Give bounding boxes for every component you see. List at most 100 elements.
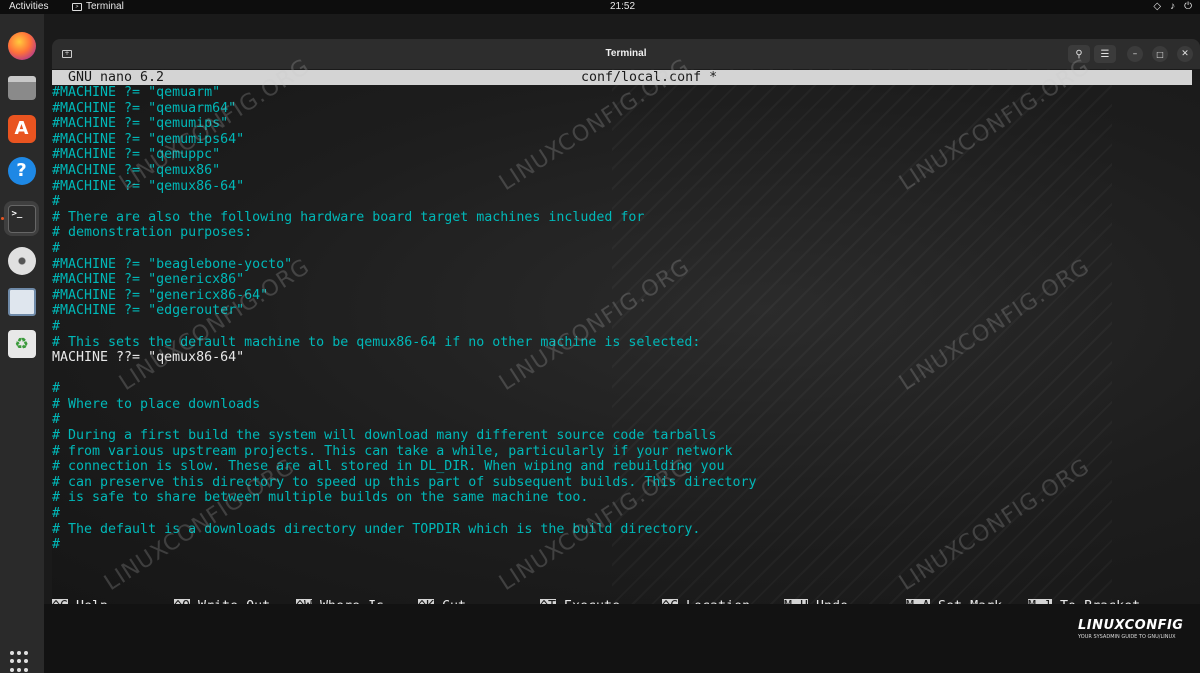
shortcut-key: ^W <box>296 599 313 604</box>
dock-disc[interactable] <box>4 243 39 278</box>
file-line: # This sets the default machine to be qe… <box>52 334 701 350</box>
dock: A ? >_ ♻ <box>0 14 44 673</box>
show-apps-icon[interactable] <box>10 651 32 673</box>
search-button[interactable]: ⚲ <box>1068 45 1090 63</box>
network-icon: ◇ <box>1153 1 1162 12</box>
terminal-window: Terminal + ⚲ ☰ – □ ✕ GNU nano 6.2 conf/l… <box>52 39 1200 604</box>
file-line: #MACHINE ?= "qemux86" <box>52 162 221 178</box>
shortcut-key: ^O <box>174 599 191 604</box>
file-line: #MACHINE ?= "qemuarm64" <box>52 100 237 116</box>
file-line <box>52 366 1200 382</box>
file-line: # There are also the following hardware … <box>52 209 645 225</box>
file-line: # <box>52 412 61 428</box>
dock-terminal[interactable]: >_ <box>4 201 39 236</box>
terminal-content[interactable]: GNU nano 6.2 conf/local.conf * #MACHINE … <box>52 69 1200 604</box>
file-line: #MACHINE ?= "beaglebone-yocto" <box>52 256 293 272</box>
maximize-icon: □ <box>1156 49 1164 59</box>
file-line: #MACHINE ?= "genericx86-64" <box>52 287 269 303</box>
document-icon <box>7 287 36 316</box>
close-icon: ✕ <box>1181 49 1189 59</box>
nano-version: GNU nano 6.2 <box>68 70 165 85</box>
close-button[interactable]: ✕ <box>1177 46 1193 62</box>
nano-titlebar: GNU nano 6.2 conf/local.conf * <box>52 70 1192 85</box>
firefox-icon <box>7 31 36 60</box>
shortcut-label: Set Mark <box>938 599 1002 604</box>
dock-files[interactable] <box>4 70 39 105</box>
running-indicator <box>1 217 4 220</box>
file-line: # connection is slow. These are all stor… <box>52 459 725 475</box>
trash-icon: ♻ <box>7 329 36 358</box>
file-line: #MACHINE ?= "genericx86" <box>52 272 245 288</box>
shortcut-key: M-U <box>784 599 809 604</box>
shortcut-label: Undo <box>816 599 848 604</box>
shortcut-label: Write Out <box>198 599 270 604</box>
file-line: MACHINE ??= "qemux86-64" <box>52 350 245 366</box>
shortcut-set-mark[interactable]: M-A Set Mark <box>906 599 1002 604</box>
search-icon: ⚲ <box>1075 48 1083 60</box>
dock-help[interactable]: ? <box>4 153 39 188</box>
shortcut-help[interactable]: ^G Help <box>52 599 108 604</box>
window-headerbar[interactable]: Terminal + ⚲ ☰ – □ ✕ <box>52 39 1200 69</box>
minimize-icon: – <box>1132 49 1138 59</box>
shortcut-label: Help <box>76 599 108 604</box>
linuxconfig-logo: LINUXCONFIG YOUR SYSADMIN GUIDE TO GNU/L… <box>1078 618 1183 640</box>
shortcut-label: Execute <box>564 599 620 604</box>
file-line: # <box>52 240 61 256</box>
file-line: # During a first build the system will d… <box>52 428 717 444</box>
files-icon <box>7 75 36 100</box>
window-title: Terminal <box>605 48 647 59</box>
file-line: #MACHINE ?= "qemuppc" <box>52 147 221 163</box>
file-line: # can preserve this directory to speed u… <box>52 474 757 490</box>
shortcut-key: ^K <box>418 599 435 604</box>
dock-document[interactable] <box>4 284 39 319</box>
file-line: #MACHINE ?= "qemumips" <box>52 116 229 132</box>
shortcut-where-is[interactable]: ^W Where Is <box>296 599 384 604</box>
file-line: # demonstration purposes: <box>52 225 253 241</box>
file-line: # <box>52 318 61 334</box>
file-line: #MACHINE ?= "edgerouter" <box>52 303 245 319</box>
shortcut-location[interactable]: ^C Location <box>662 599 750 604</box>
shortcut-execute[interactable]: ^T Execute <box>540 599 620 604</box>
file-line: # <box>52 506 61 522</box>
top-bar: Activities > Terminal 21:52 ◇ ♪ ⏻ <box>0 0 1200 14</box>
shortcut-key: M-A <box>906 599 931 604</box>
dock-firefox[interactable] <box>4 28 39 63</box>
clock[interactable]: 21:52 <box>0 0 1200 14</box>
shortcut-label: Where Is <box>320 599 384 604</box>
file-line: # <box>52 381 61 397</box>
shortcut-label: To Bracket <box>1060 599 1140 604</box>
shortcut-undo[interactable]: M-U Undo <box>784 599 848 604</box>
system-tray[interactable]: ◇ ♪ ⏻ <box>1153 0 1192 14</box>
logo-name: LINUXCONFIG <box>1078 618 1184 633</box>
shortcut-key: ^C <box>662 599 679 604</box>
disc-icon <box>7 246 36 275</box>
shortcut-label: Cut <box>442 599 466 604</box>
desktop-background <box>44 604 1200 673</box>
dock-app-center[interactable]: A <box>4 111 39 146</box>
shortcut-to-bracket[interactable]: M-] To Bracket <box>1028 599 1140 604</box>
file-line: # Where to place downloads <box>52 396 261 412</box>
shortcut-label: Location <box>686 599 750 604</box>
file-line: #MACHINE ?= "qemumips64" <box>52 131 245 147</box>
file-line: #MACHINE ?= "qemux86-64" <box>52 178 245 194</box>
file-line: #MACHINE ?= "qemuarm" <box>52 85 221 100</box>
dock-trash[interactable]: ♻ <box>4 326 39 361</box>
volume-icon: ♪ <box>1170 1 1176 12</box>
help-icon: ? <box>7 156 36 185</box>
shortcut-key: ^G <box>52 599 69 604</box>
file-line: # from various upstream projects. This c… <box>52 443 733 459</box>
nano-filename: conf/local.conf * <box>581 70 718 85</box>
shortcut-key: ^T <box>540 599 557 604</box>
minimize-button[interactable]: – <box>1127 46 1143 62</box>
menu-button[interactable]: ☰ <box>1094 45 1116 63</box>
maximize-button[interactable]: □ <box>1152 46 1168 62</box>
new-tab-icon: + <box>62 50 72 58</box>
file-content[interactable]: #MACHINE ?= "qemuarm" #MACHINE ?= "qemuar… <box>52 85 1200 553</box>
shortcut-cut[interactable]: ^K Cut <box>418 599 466 604</box>
file-line: # is safe to share between multiple buil… <box>52 490 589 506</box>
file-line: # <box>52 537 61 553</box>
shortcut-key: M-] <box>1028 599 1053 604</box>
new-tab-button[interactable]: + <box>58 45 76 63</box>
shortcut-write-out[interactable]: ^O Write Out <box>174 599 270 604</box>
file-line: # <box>52 194 61 210</box>
